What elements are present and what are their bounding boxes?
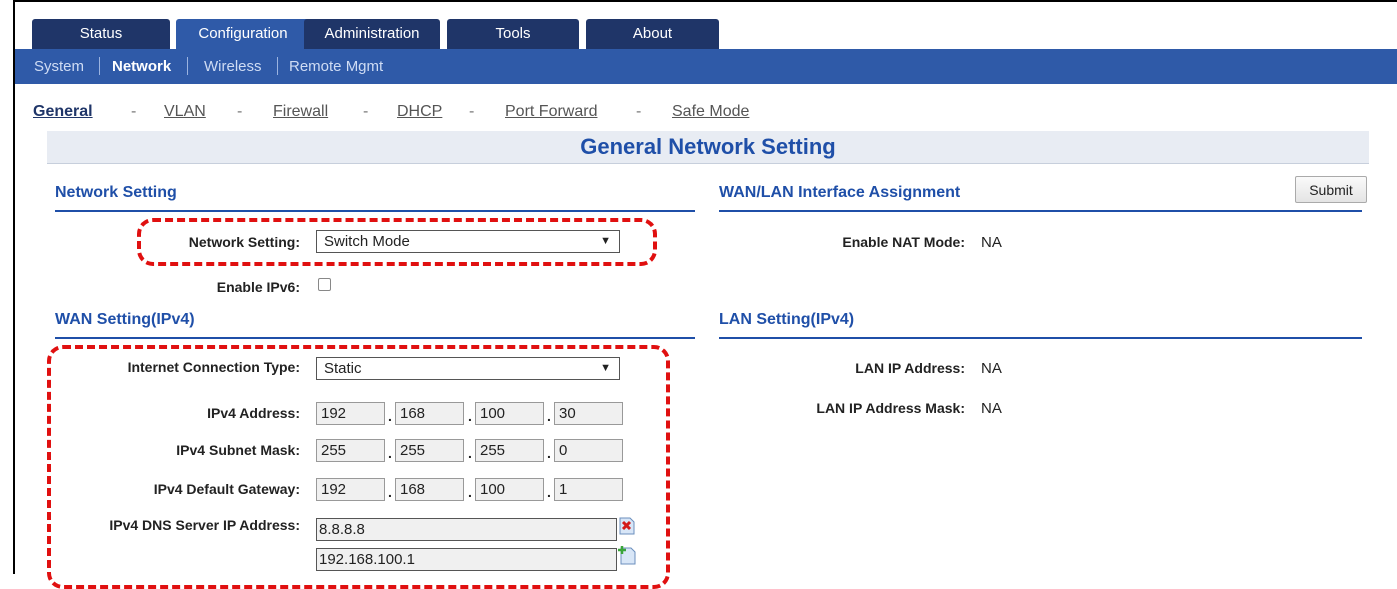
link-safe-mode[interactable]: Safe Mode	[672, 103, 749, 121]
page-title-bar: General Network Setting	[47, 131, 1369, 164]
subnav-system[interactable]: System	[34, 58, 84, 75]
subnav-separator	[187, 57, 188, 75]
link-dhcp[interactable]: DHCP	[397, 103, 442, 121]
top-tab-bar: Status Configuration Administration Tool…	[15, 19, 1397, 49]
subnav-separator	[99, 57, 100, 75]
lan-setting-heading: LAN Setting(IPv4)	[719, 311, 1362, 339]
lan-ip-mask-label: LAN IP Address Mask:	[816, 400, 965, 416]
wan-setting-highlight	[47, 345, 670, 589]
tab-tools[interactable]: Tools	[447, 19, 579, 49]
subnav-separator	[277, 57, 278, 75]
page-title: General Network Setting	[580, 134, 836, 159]
network-setting-heading: Network Setting	[55, 184, 695, 212]
network-setting-highlight	[137, 218, 657, 266]
subnav-remote-mgmt[interactable]: Remote Mgmt	[289, 58, 383, 75]
enable-ipv6-checkbox[interactable]	[318, 278, 331, 291]
wan-lan-assignment-heading: WAN/LAN Interface Assignment	[719, 184, 1362, 212]
link-port-forward[interactable]: Port Forward	[505, 103, 597, 121]
tab-administration[interactable]: Administration	[304, 19, 440, 49]
subnav-wireless[interactable]: Wireless	[204, 58, 262, 75]
tab-about[interactable]: About	[586, 19, 719, 49]
tab-status[interactable]: Status	[32, 19, 170, 49]
frame-left-border	[13, 0, 15, 574]
tab-configuration[interactable]: Configuration	[176, 19, 310, 49]
link-firewall[interactable]: Firewall	[273, 103, 328, 121]
sub-nav-bar: System Network Wireless Remote Mgmt	[15, 49, 1397, 84]
link-general[interactable]: General	[33, 103, 93, 121]
link-separator: -	[363, 103, 369, 120]
lan-ip-mask-value: NA	[981, 400, 1002, 417]
link-separator: -	[237, 103, 243, 120]
lan-ip-address-value: NA	[981, 360, 1002, 377]
link-separator: -	[469, 103, 475, 120]
enable-nat-mode-label: Enable NAT Mode:	[842, 234, 965, 250]
frame-top-border	[13, 0, 1397, 2]
enable-ipv6-label: Enable IPv6:	[216, 279, 300, 295]
link-separator: -	[131, 103, 137, 120]
lan-ip-address-label: LAN IP Address:	[855, 360, 965, 376]
wan-setting-heading: WAN Setting(IPv4)	[55, 311, 695, 339]
subnav-network[interactable]: Network	[112, 58, 171, 75]
link-vlan[interactable]: VLAN	[164, 103, 206, 121]
enable-nat-mode-value: NA	[981, 234, 1002, 251]
link-separator: -	[636, 103, 642, 120]
